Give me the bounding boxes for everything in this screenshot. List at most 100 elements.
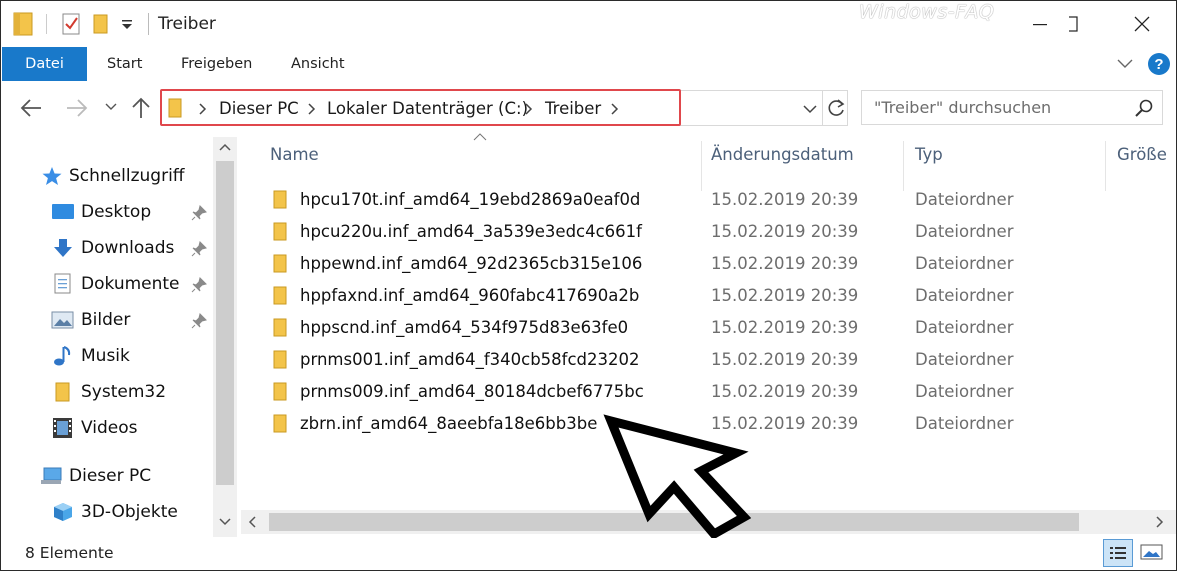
nav-item-system32[interactable]: System32	[51, 377, 166, 407]
ribbon-tabs: Datei Start Freigeben Ansicht ?	[1, 47, 1176, 82]
scroll-left-icon[interactable]	[247, 515, 257, 529]
pin-icon[interactable]	[191, 313, 207, 329]
file-name: hppscnd.inf_amd64_534f975d83e63fe0	[300, 318, 629, 337]
folder-icon	[273, 350, 287, 369]
nav-item-pictures[interactable]: Bilder	[51, 305, 130, 335]
document-icon	[54, 273, 71, 294]
nav-scrollbar[interactable]	[213, 137, 237, 537]
tab-file[interactable]: Datei	[2, 47, 87, 81]
folder-icon	[273, 222, 287, 241]
pin-icon[interactable]	[191, 241, 207, 257]
nav-label: Dokumente	[81, 274, 180, 294]
expand-ribbon-icon[interactable]	[1116, 57, 1134, 71]
desktop-icon	[52, 204, 74, 219]
nav-scrollbar-thumb[interactable]	[216, 161, 234, 485]
nav-item-3d-objects[interactable]: 3D-Objekte	[51, 497, 178, 527]
file-row[interactable]: hpcu220u.inf_amd64_3a539e3edc4c661f 15.0…	[267, 217, 1147, 247]
address-history-icon[interactable]	[802, 103, 818, 115]
file-row[interactable]: prnms001.inf_amd64_f340cb58fcd23202 15.0…	[267, 345, 1147, 375]
nav-label: Bilder	[81, 310, 131, 330]
new-folder-icon[interactable]	[93, 13, 109, 35]
title-separator	[148, 13, 149, 35]
scroll-down-icon[interactable]	[218, 517, 232, 527]
customize-qat-icon[interactable]	[121, 19, 133, 31]
tab-view[interactable]: Ansicht	[291, 56, 345, 72]
folder-icon	[273, 190, 287, 209]
folder-icon	[55, 382, 70, 402]
column-header-name[interactable]: Name	[270, 145, 319, 164]
sort-ascending-icon	[473, 133, 487, 141]
nav-item-videos[interactable]: Videos	[51, 413, 138, 443]
close-icon	[1134, 16, 1150, 32]
search-box[interactable]: "Treiber" durchsuchen	[861, 90, 1163, 125]
cursor-arrow-icon	[603, 414, 751, 538]
close-button[interactable]	[1113, 1, 1171, 47]
nav-label: Musik	[81, 346, 130, 366]
large-icons-view-icon[interactable]	[1139, 542, 1165, 564]
file-type: Dateiordner	[915, 318, 1014, 337]
nav-item-quick-access[interactable]: Schnellzugriff	[41, 161, 185, 191]
search-icon[interactable]	[1134, 99, 1154, 119]
column-divider[interactable]	[701, 141, 702, 191]
nav-label: Downloads	[81, 238, 175, 258]
navigation-pane: Schnellzugriff Desktop Downloads Dokumen…	[1, 137, 237, 537]
download-icon	[54, 239, 72, 257]
nav-item-documents[interactable]: Dokumente	[51, 269, 180, 299]
explorer-window: Treiber Windows-FAQ Datei Start Freigebe…	[0, 0, 1177, 571]
file-row[interactable]: hppfaxnd.inf_amd64_960fabc417690a2b 15.0…	[267, 281, 1147, 311]
search-placeholder: "Treiber" durchsuchen	[874, 98, 1052, 117]
nav-item-this-pc[interactable]: Dieser PC	[39, 461, 151, 491]
column-header-type[interactable]: Typ	[915, 145, 943, 164]
column-divider[interactable]	[903, 141, 904, 191]
details-view-icon[interactable]	[1103, 539, 1133, 567]
watermark: Windows-FAQ	[859, 1, 995, 23]
file-date: 15.02.2019 20:39	[711, 190, 859, 209]
up-arrow-icon[interactable]	[131, 96, 151, 120]
scroll-right-icon[interactable]	[1155, 515, 1165, 529]
file-date: 15.02.2019 20:39	[711, 382, 859, 401]
address-separator	[822, 91, 823, 125]
star-icon	[42, 167, 62, 185]
nav-label: System32	[81, 382, 167, 402]
minimize-button[interactable]	[1011, 1, 1069, 47]
refresh-icon[interactable]	[826, 98, 846, 118]
qat-separator	[46, 14, 47, 34]
file-row[interactable]: hppscnd.inf_amd64_534f975d83e63fe0 15.02…	[267, 313, 1147, 343]
file-type: Dateiordner	[915, 350, 1014, 369]
file-name: zbrn.inf_amd64_8aeebfa18e6bb3be	[300, 414, 598, 433]
tab-start[interactable]: Start	[107, 56, 142, 72]
file-name: hppewnd.inf_amd64_92d2365cb315e106	[300, 254, 643, 273]
file-type: Dateiordner	[915, 254, 1014, 273]
tab-share[interactable]: Freigeben	[181, 56, 252, 72]
file-date: 15.02.2019 20:39	[711, 350, 859, 369]
scroll-up-icon[interactable]	[218, 142, 232, 152]
nav-item-desktop[interactable]: Desktop	[51, 197, 151, 227]
back-arrow-icon[interactable]	[19, 97, 43, 119]
nav-item-music[interactable]: Musik	[51, 341, 130, 371]
forward-arrow-icon[interactable]	[65, 97, 89, 119]
file-name: hppfaxnd.inf_amd64_960fabc417690a2b	[300, 286, 640, 305]
properties-icon[interactable]	[61, 12, 81, 36]
title-bar: Treiber Windows-FAQ	[1, 1, 1176, 47]
folder-icon	[273, 414, 287, 433]
pictures-icon	[51, 311, 74, 329]
nav-item-downloads[interactable]: Downloads	[51, 233, 174, 263]
file-name: hpcu170t.inf_amd64_19ebd2869a0eaf0d	[300, 190, 641, 209]
svg-text:?: ?	[1154, 56, 1163, 73]
pin-icon[interactable]	[191, 205, 207, 221]
computer-icon	[41, 467, 62, 484]
folder-icon[interactable]	[13, 11, 35, 37]
file-date: 15.02.2019 20:39	[711, 222, 859, 241]
file-row[interactable]: prnms009.inf_amd64_80184dcbef6775bc 15.0…	[267, 377, 1147, 407]
help-icon[interactable]: ?	[1147, 52, 1171, 76]
column-header-date[interactable]: Änderungsdatum	[711, 145, 854, 164]
recent-locations-icon[interactable]	[104, 101, 118, 113]
file-date: 15.02.2019 20:39	[711, 318, 859, 337]
file-type: Dateiordner	[915, 222, 1014, 241]
file-row[interactable]: hpcu170t.inf_amd64_19ebd2869a0eaf0d 15.0…	[267, 185, 1147, 215]
column-divider[interactable]	[1105, 141, 1106, 191]
file-row[interactable]: hppewnd.inf_amd64_92d2365cb315e106 15.02…	[267, 249, 1147, 279]
pin-icon[interactable]	[191, 277, 207, 293]
file-type: Dateiordner	[915, 382, 1014, 401]
column-header-size[interactable]: Größe	[1117, 145, 1167, 164]
